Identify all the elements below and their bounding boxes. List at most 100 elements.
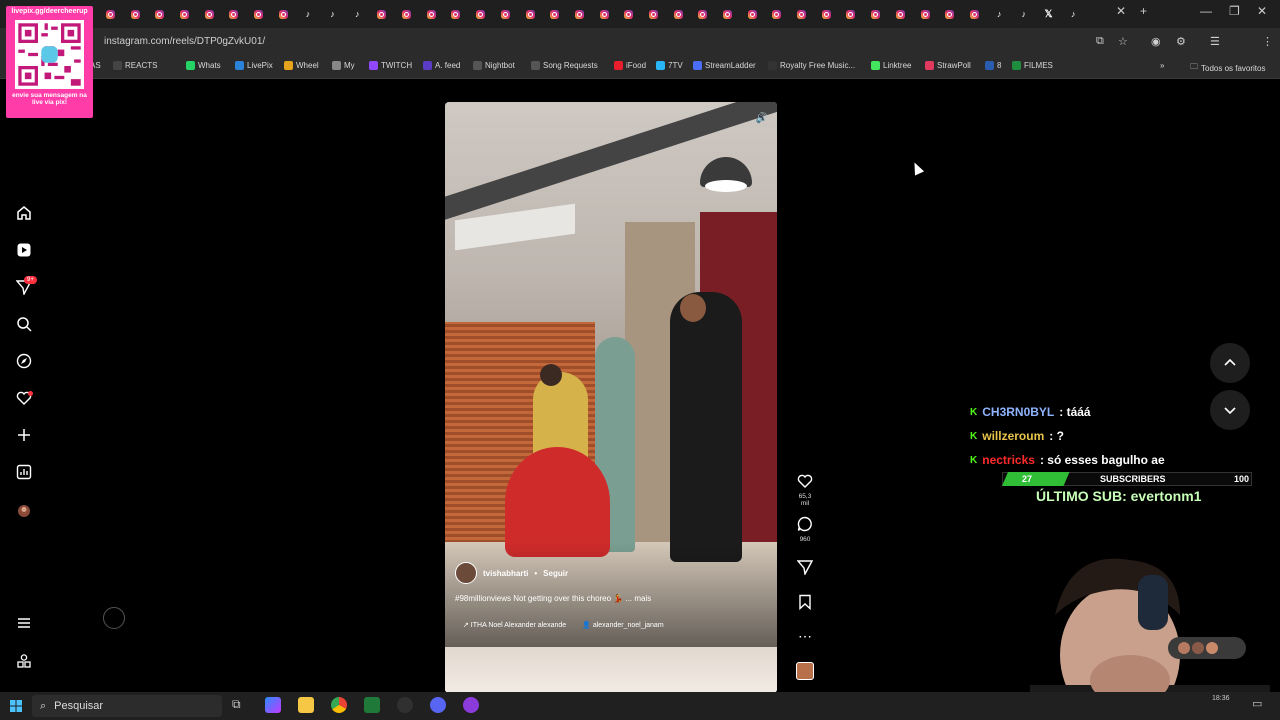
- tagged-user-row[interactable]: 👤 alexander_noel_janam: [582, 621, 664, 629]
- author-name[interactable]: tvishabharti: [483, 569, 528, 578]
- bookmark-item[interactable]: Whats: [186, 61, 221, 70]
- minimize-icon[interactable]: —: [1200, 4, 1212, 18]
- explore-icon[interactable]: [15, 352, 33, 370]
- browser-tab[interactable]: [691, 6, 716, 22]
- chrome-icon[interactable]: [331, 697, 347, 713]
- obs-icon[interactable]: [397, 697, 413, 713]
- close-tab-icon[interactable]: ✕: [1116, 4, 1126, 18]
- browser-tab[interactable]: [98, 6, 123, 22]
- browser-tab[interactable]: [468, 6, 493, 22]
- copilot-icon[interactable]: [265, 697, 281, 713]
- close-window-icon[interactable]: ✕: [1257, 4, 1267, 18]
- browser-tab[interactable]: [863, 6, 888, 22]
- bookmark-item[interactable]: Royalty Free Music...: [768, 61, 855, 70]
- all-bookmarks-button[interactable]: 🗀 Todos os favoritos: [1190, 61, 1265, 75]
- browser-tab[interactable]: ♪: [296, 6, 321, 22]
- bookmark-item[interactable]: iFood: [614, 61, 646, 70]
- browser-tab[interactable]: [740, 6, 765, 22]
- url-field[interactable]: instagram.com/reels/DTP0gZvkU01/: [104, 36, 265, 47]
- next-reel-button[interactable]: [1210, 390, 1250, 430]
- create-plus-icon[interactable]: [15, 426, 33, 444]
- reel-caption[interactable]: #98millionviews Not getting over this ch…: [455, 594, 651, 603]
- browser-tab[interactable]: [246, 6, 271, 22]
- browser-tab[interactable]: ♪: [345, 6, 370, 22]
- app-green-icon[interactable]: [364, 697, 380, 713]
- dashboard-icon[interactable]: [15, 463, 33, 481]
- browser-tab[interactable]: ♪: [987, 6, 1012, 22]
- also-from-meta-icon[interactable]: [15, 652, 33, 670]
- browser-tab[interactable]: [542, 6, 567, 22]
- home-icon[interactable]: [15, 204, 33, 222]
- sound-icon[interactable]: 🔊: [755, 112, 769, 126]
- browser-tab[interactable]: [271, 6, 296, 22]
- browser-tab[interactable]: [765, 6, 790, 22]
- browser-tab[interactable]: [962, 6, 987, 22]
- bookmark-item[interactable]: Nightbot: [473, 61, 515, 70]
- bookmark-item[interactable]: Wheel: [284, 61, 319, 70]
- more-options-action[interactable]: ⋯: [795, 628, 815, 644]
- tab-search-icon[interactable]: ☰: [1210, 35, 1220, 48]
- bookmark-item[interactable]: REACTS: [113, 61, 157, 70]
- audio-link[interactable]: ↗ ITHA Noel Alexander alexande: [463, 621, 566, 629]
- discord-icon[interactable]: [430, 697, 446, 713]
- bookmark-item[interactable]: 8: [985, 61, 1001, 70]
- file-explorer-icon[interactable]: [298, 697, 314, 713]
- restore-icon[interactable]: ❐: [1229, 4, 1240, 18]
- reel-video[interactable]: 🔊 tvishabharti • Seguir #98millionviews …: [445, 102, 777, 693]
- profile-avatar-icon[interactable]: [15, 502, 33, 520]
- browser-tab[interactable]: [616, 6, 641, 22]
- notification-center-icon[interactable]: ▭: [1252, 697, 1268, 713]
- taskbar-search[interactable]: ⌕ Pesquisar: [32, 695, 222, 717]
- bookmark-star-icon[interactable]: ☆: [1118, 35, 1128, 48]
- browser-tab[interactable]: [666, 6, 691, 22]
- browser-tab[interactable]: [839, 6, 864, 22]
- browser-tab[interactable]: [370, 6, 395, 22]
- browser-tab[interactable]: [567, 6, 592, 22]
- bookmark-item[interactable]: FILMES: [1012, 61, 1053, 70]
- more-menu-icon[interactable]: [15, 614, 33, 632]
- reels-icon[interactable]: [15, 241, 33, 259]
- browser-tab[interactable]: [937, 6, 962, 22]
- bookmark-item[interactable]: StrawPoll: [925, 61, 971, 70]
- author-avatar[interactable]: [455, 562, 477, 584]
- browser-tab[interactable]: [715, 6, 740, 22]
- new-tab-button[interactable]: +: [1140, 4, 1147, 18]
- share-action[interactable]: [795, 559, 815, 578]
- browser-tab[interactable]: [592, 6, 617, 22]
- bookmark-item[interactable]: LivePix: [235, 61, 273, 70]
- browser-tab[interactable]: [123, 6, 148, 22]
- extension-icon[interactable]: ◉: [1151, 35, 1161, 48]
- more-bookmarks-icon[interactable]: »: [1160, 61, 1164, 70]
- bookmark-item[interactable]: Song Requests: [531, 61, 598, 70]
- browser-tab[interactable]: ♪: [320, 6, 345, 22]
- browser-tab[interactable]: [394, 6, 419, 22]
- browser-tab[interactable]: [172, 6, 197, 22]
- save-action[interactable]: [795, 594, 815, 613]
- browser-tab[interactable]: [888, 6, 913, 22]
- comment-action[interactable]: 960: [795, 516, 815, 543]
- audio-thumbnail[interactable]: [796, 662, 814, 680]
- browser-tab[interactable]: [419, 6, 444, 22]
- browser-tab[interactable]: [493, 6, 518, 22]
- browser-tab[interactable]: [913, 6, 938, 22]
- browser-tab[interactable]: [444, 6, 469, 22]
- task-view-icon[interactable]: ⧉: [232, 697, 248, 713]
- browser-tab[interactable]: [518, 6, 543, 22]
- like-action[interactable]: 65,3 mil: [795, 473, 815, 507]
- browser-tab[interactable]: [789, 6, 814, 22]
- browser-tab[interactable]: 𝕏: [1036, 6, 1061, 22]
- search-icon[interactable]: [15, 315, 33, 333]
- browser-tab[interactable]: ♪: [1061, 6, 1086, 22]
- bookmark-item[interactable]: A. feed: [423, 61, 460, 70]
- bookmark-item[interactable]: Linktree: [871, 61, 911, 70]
- bookmark-item[interactable]: StreamLadder: [693, 61, 756, 70]
- previous-reel-button[interactable]: [1210, 343, 1250, 383]
- menu-icon[interactable]: ⋮: [1262, 35, 1273, 48]
- browser-tab[interactable]: [641, 6, 666, 22]
- browser-tab[interactable]: [814, 6, 839, 22]
- windows-start-icon[interactable]: [10, 700, 22, 712]
- puzzle-icon[interactable]: ⚙: [1176, 35, 1186, 48]
- taskbar-clock[interactable]: 18:36: [1212, 695, 1230, 702]
- bookmark-item[interactable]: My: [332, 61, 355, 70]
- install-app-icon[interactable]: ⧉: [1096, 35, 1104, 48]
